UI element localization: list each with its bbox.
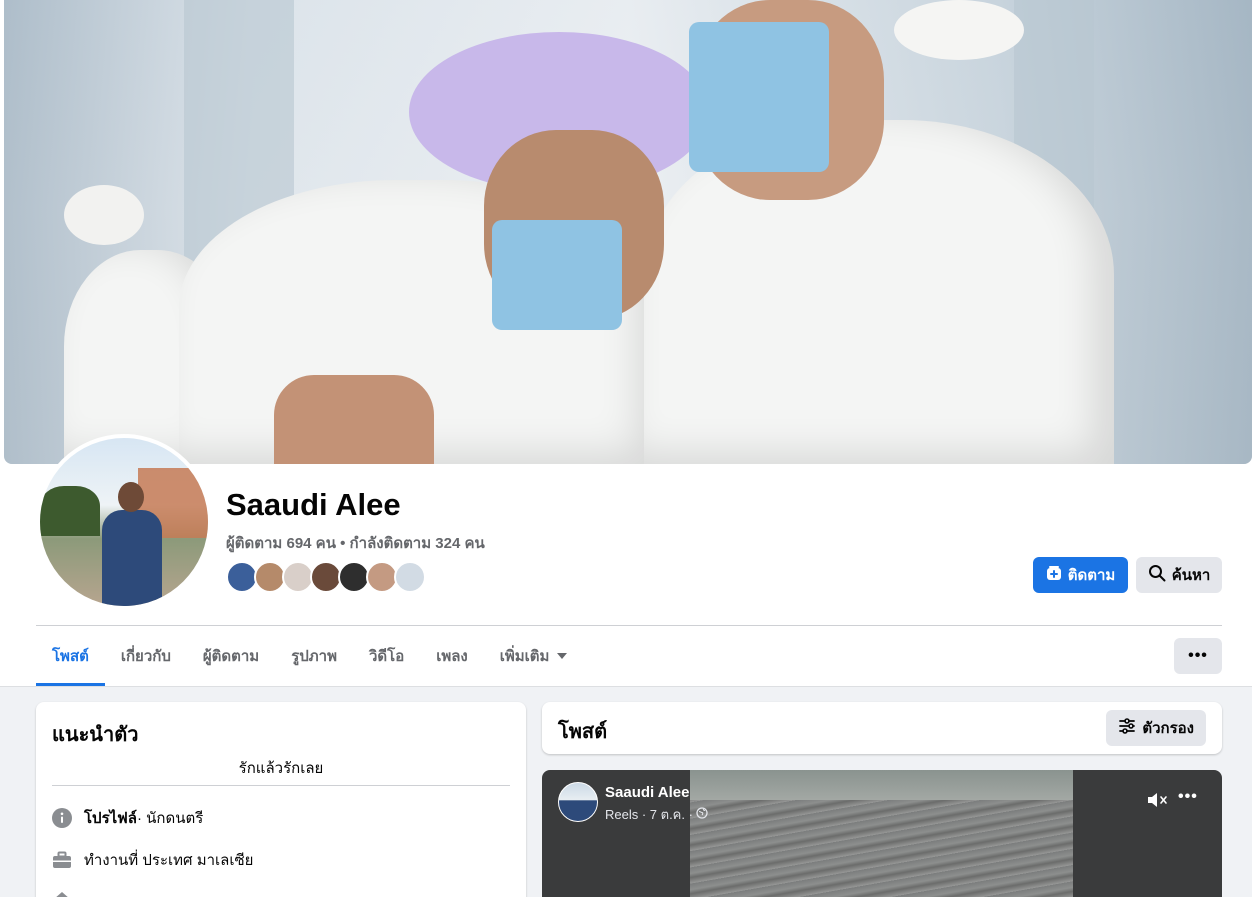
profile-name: Saaudi Alee: [226, 487, 401, 522]
more-dots-icon: •••: [1188, 647, 1208, 664]
search-label: ค้นหา: [1171, 567, 1211, 584]
briefcase-icon: [52, 850, 72, 870]
intro-profile-label[interactable]: โปรไฟล์: [84, 806, 137, 830]
intro-divider: [52, 785, 510, 786]
intro-work-item: ทำงานที่ ประเทศ มาเลเซีย: [52, 848, 253, 872]
followers-count[interactable]: ผู้ติดตาม 694 คน • กำลังติดตาม 324 คน: [226, 531, 485, 555]
tab-about[interactable]: เกี่ยวกับ: [105, 626, 187, 686]
cover-white-turban: [894, 0, 1024, 60]
follow-button[interactable]: ติดตาม: [1033, 557, 1128, 593]
follower-thumb[interactable]: [394, 561, 426, 593]
avatar-person: [102, 510, 162, 606]
caret-down-icon: [557, 653, 568, 659]
profile-avatar[interactable]: [36, 434, 212, 610]
reel-options-icon[interactable]: •••: [1178, 788, 1198, 806]
tab-followers[interactable]: ผู้ติดตาม: [187, 626, 275, 686]
posts-title: โพสต์: [558, 721, 608, 743]
tab-posts[interactable]: โพสต์: [36, 626, 105, 686]
cover-turban: [64, 185, 144, 245]
filter-label: ตัวกรอง: [1142, 720, 1194, 737]
profile-header: Saaudi Alee ผู้ติดตาม 694 คน • กำลังติดต…: [0, 0, 1252, 687]
intro-location-item: [52, 888, 84, 897]
filter-icon: [1118, 717, 1136, 739]
intro-profile-category: · นักดนตรี: [137, 810, 204, 827]
avatar-person-head: [118, 482, 144, 512]
reel-meta: Reels · 7 ต.ค. ·: [605, 804, 708, 825]
reel-video-sky: [690, 770, 1073, 800]
tab-more-label: เพิ่มเติม: [499, 648, 550, 665]
tab-music[interactable]: เพลง: [420, 626, 484, 686]
more-options-button[interactable]: •••: [1174, 638, 1222, 674]
tab-videos[interactable]: วิดีโอ: [353, 626, 420, 686]
globe-icon: [696, 807, 708, 822]
cover-mask-right: [689, 22, 829, 172]
cover-photo[interactable]: [4, 0, 1252, 464]
reel-meta-text[interactable]: Reels · 7 ต.ค. ·: [605, 804, 693, 825]
reel-author-avatar[interactable]: [558, 782, 598, 822]
tab-more[interactable]: เพิ่มเติม: [484, 626, 584, 686]
cover-hand: [274, 375, 434, 464]
profile-tabs: โพสต์ เกี่ยวกับ ผู้ติดตาม รูปภาพ วิดีโอ …: [36, 626, 583, 686]
search-button[interactable]: ค้นหา: [1136, 557, 1222, 593]
cover-mask: [492, 220, 622, 330]
avatar-image: [40, 438, 208, 606]
reel-video[interactable]: [690, 770, 1073, 897]
home-icon: [52, 890, 72, 897]
tab-photos[interactable]: รูปภาพ: [275, 626, 353, 686]
intro-work-text: ทำงานที่ ประเทศ มาเลเซีย: [84, 852, 254, 869]
search-icon: [1148, 564, 1166, 586]
avatar-trees: [40, 486, 100, 536]
follow-label: ติดตาม: [1067, 567, 1116, 584]
info-icon: [52, 808, 72, 828]
follower-avatars[interactable]: [226, 561, 426, 593]
follow-add-icon: [1046, 565, 1062, 585]
posts-header: โพสต์ ตัวกรอง: [542, 702, 1222, 754]
intro-title: แนะนำตัว: [52, 724, 139, 746]
intro-profile-item: โปรไฟล์ · นักดนตรี: [52, 806, 203, 830]
reel-author-name[interactable]: Saaudi Alee: [605, 784, 689, 801]
filter-button[interactable]: ตัวกรอง: [1106, 710, 1206, 746]
intro-bio: รักแล้วรักเลย: [238, 760, 324, 777]
intro-card: แนะนำตัว รักแล้วรักเลย โปรไฟล์ · นักดนตร…: [36, 702, 526, 897]
reel-post[interactable]: Saaudi Alee Reels · 7 ต.ค. · •••: [542, 770, 1222, 897]
mute-icon[interactable]: [1146, 790, 1170, 815]
